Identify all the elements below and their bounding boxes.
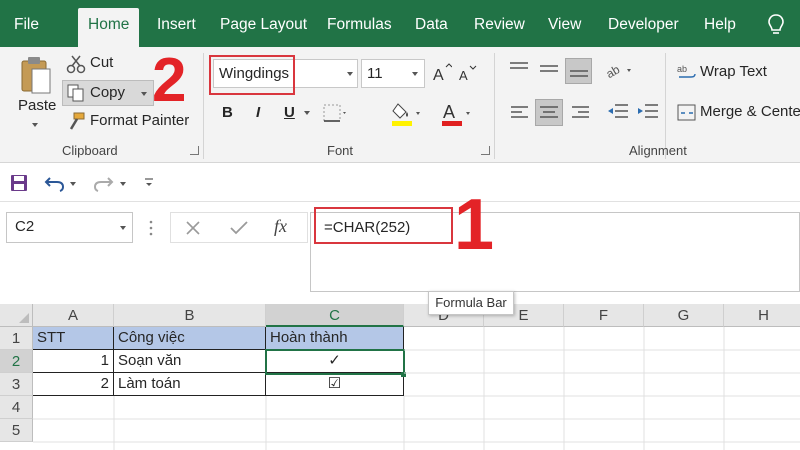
formula-bar-tooltip: Formula Bar [428,291,514,315]
gridlines [33,327,800,450]
